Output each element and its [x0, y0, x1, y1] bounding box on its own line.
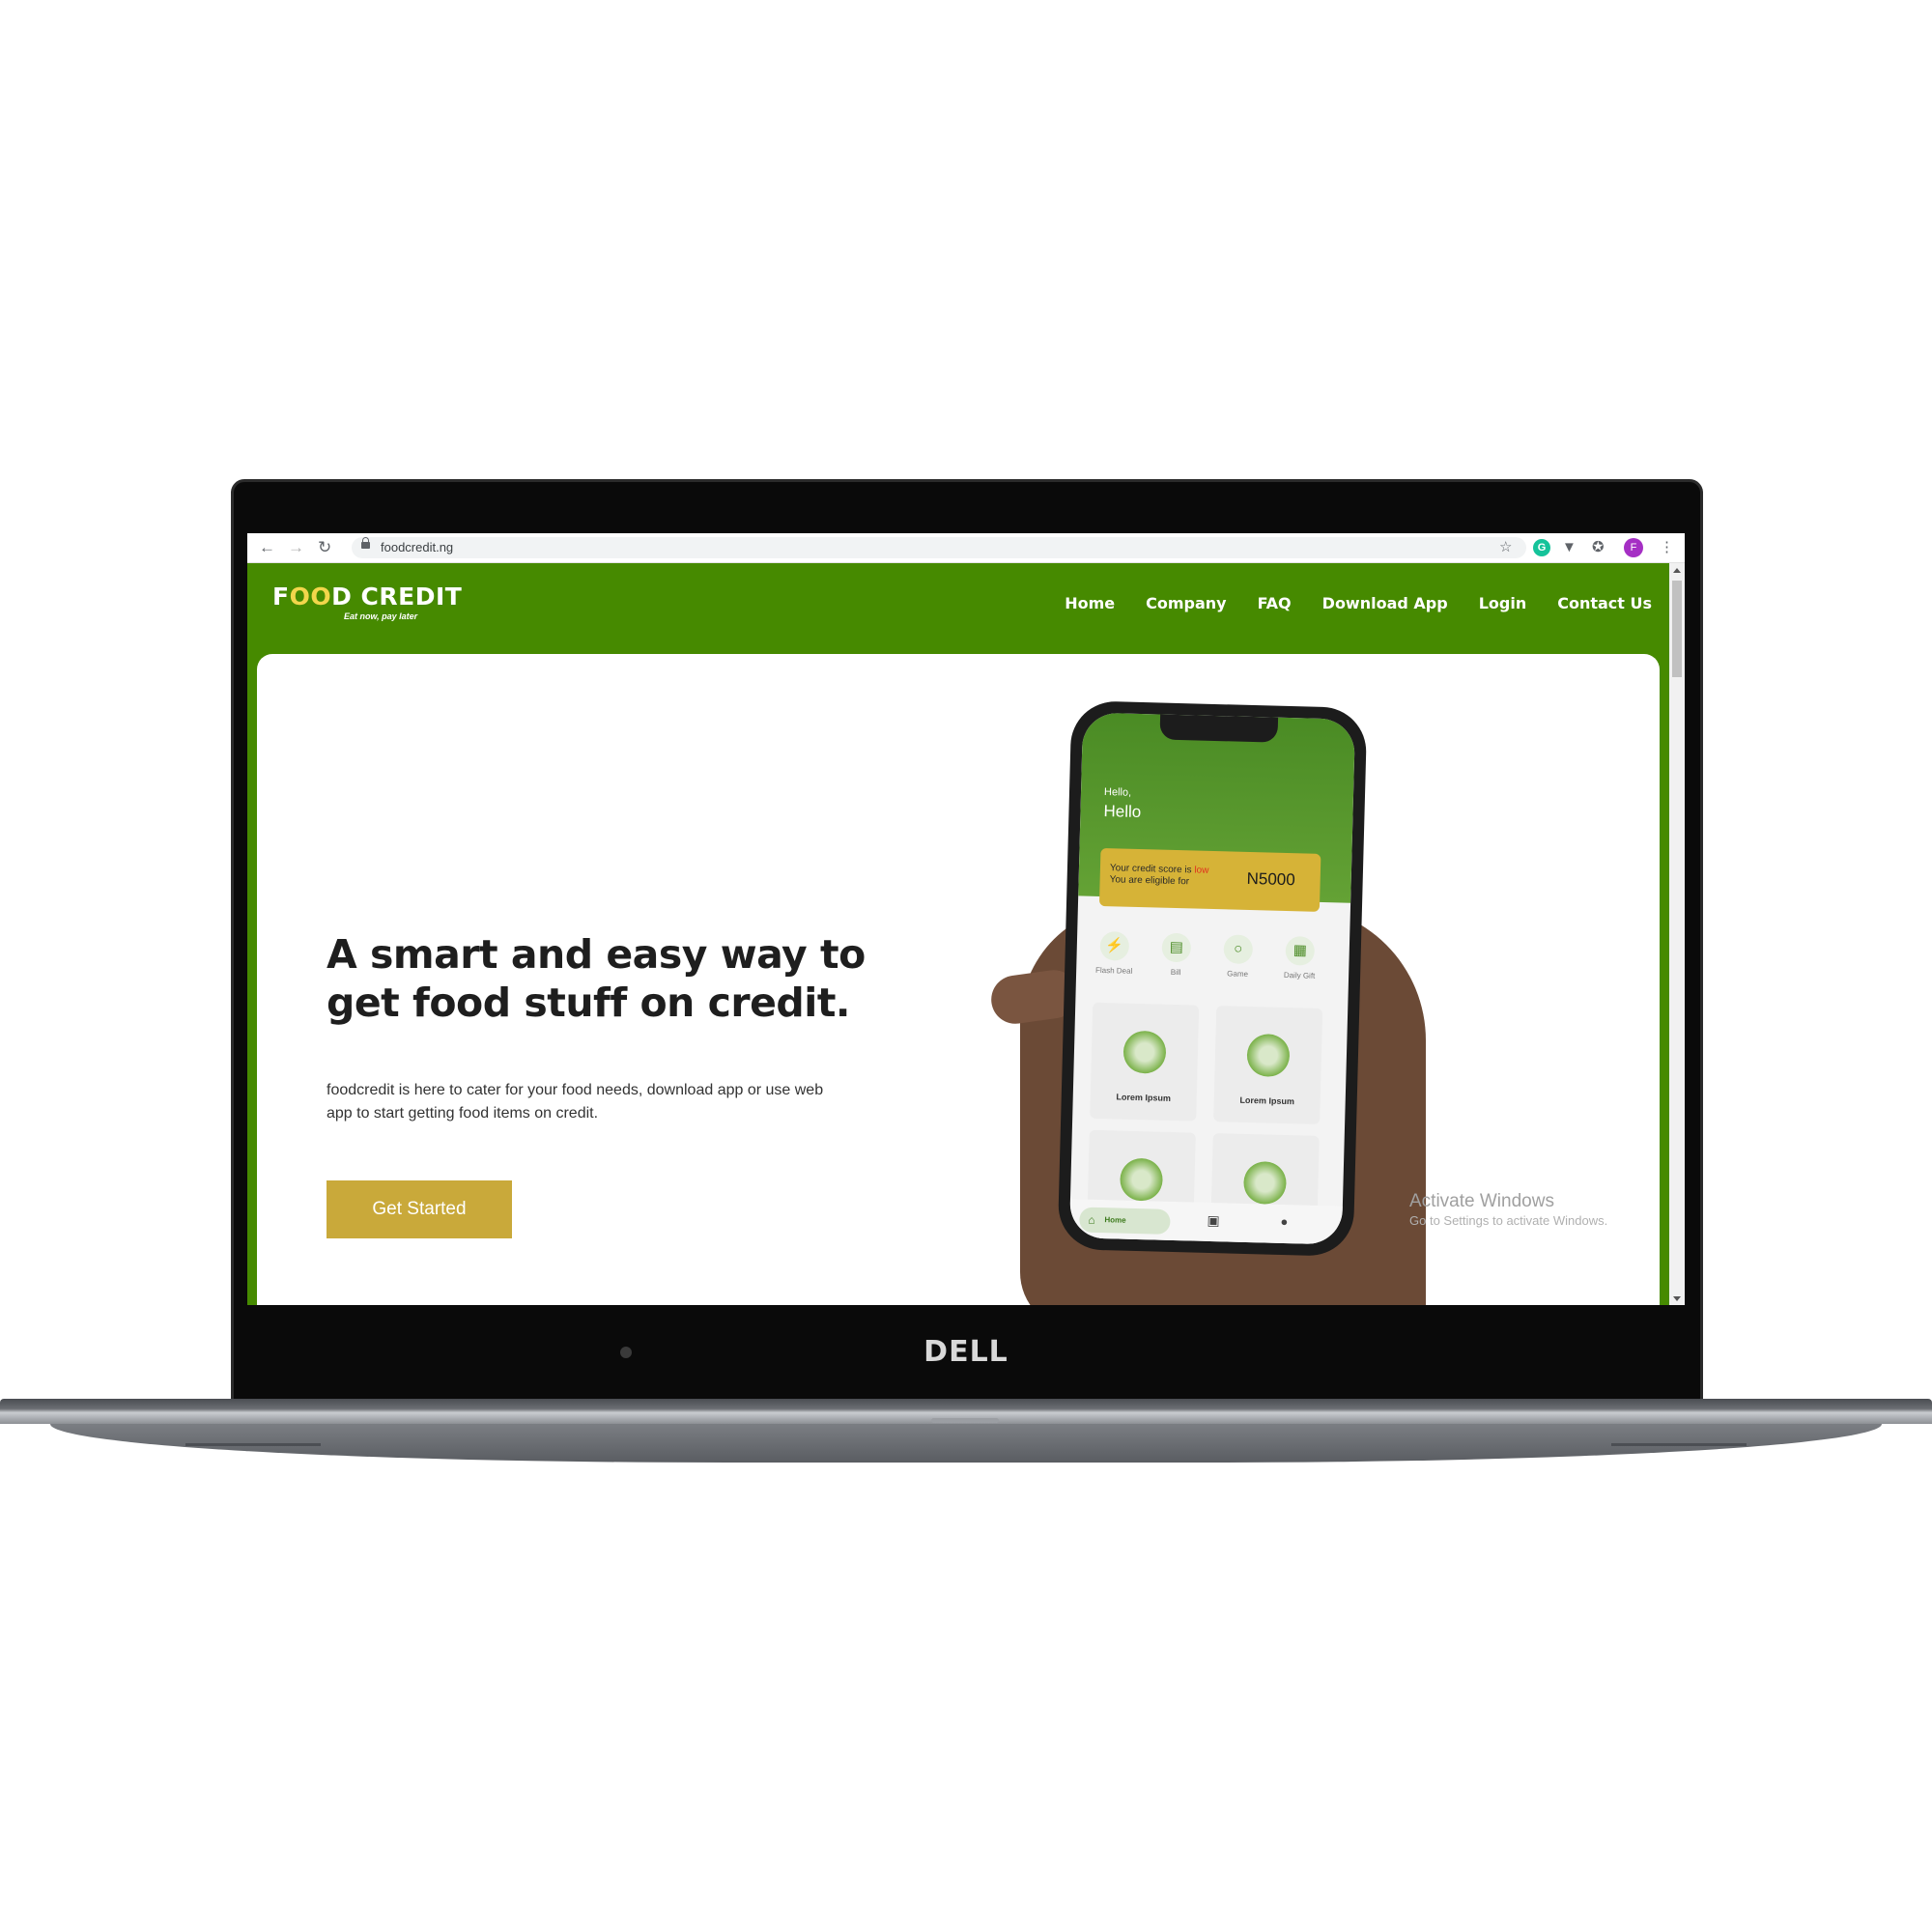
windows-activation-hint: Go to Settings to activate Windows. — [1409, 1213, 1608, 1228]
quick-action-daily-gift: ▦ Daily Gift — [1275, 935, 1324, 981]
credit-eligible-line: You are eligible for — [1109, 874, 1190, 888]
extensions-puzzle-icon[interactable]: ✪ — [1592, 539, 1605, 556]
nav-faq[interactable]: FAQ — [1258, 594, 1292, 612]
site-logo[interactable]: FOOD CREDIT — [272, 582, 462, 611]
scroll-down-arrow-icon[interactable] — [1673, 1296, 1681, 1301]
nav-contact-us[interactable]: Contact Us — [1557, 594, 1652, 612]
nav-download-app[interactable]: Download App — [1322, 594, 1448, 612]
laptop-base-bottom — [50, 1424, 1882, 1463]
phone-mockup: Hello, Hello Your credit score is low Yo… — [1057, 700, 1368, 1257]
quick-action-flash-deal: ⚡ Flash Deal — [1090, 930, 1139, 977]
credit-amount: N5000 — [1246, 868, 1295, 890]
profile-avatar[interactable]: F — [1624, 538, 1643, 557]
food-credit-logo-image — [1122, 1030, 1167, 1074]
product-card: Lorem Ipsum — [1090, 1002, 1200, 1122]
main-nav: Home Company FAQ Download App Login Cont… — [1065, 594, 1652, 612]
page-scrollbar[interactable] — [1669, 563, 1685, 1305]
back-arrow-icon[interactable]: ← — [259, 538, 275, 557]
hero-headline: A smart and easy way to get food stuff o… — [327, 931, 866, 1026]
user-icon: ● — [1280, 1213, 1289, 1230]
browser-menu-icon[interactable]: ⋮ — [1660, 539, 1674, 556]
scrollbar-thumb[interactable] — [1672, 581, 1682, 677]
phone-greeting: Hello, — [1103, 786, 1132, 799]
lock-icon — [361, 537, 370, 549]
phone-screen: Hello, Hello Your credit score is low Yo… — [1068, 712, 1356, 1245]
product-card: Lorem Ipsum — [1213, 1006, 1323, 1124]
windows-activation-title: Activate Windows — [1409, 1191, 1554, 1211]
hero-subtext: foodcredit is here to cater for your foo… — [327, 1082, 824, 1122]
credit-score-card: Your credit score is low You are eligibl… — [1098, 847, 1321, 912]
speaker-vent-right — [1611, 1443, 1747, 1446]
phone-tab-home: ⌂ Home — [1079, 1207, 1171, 1235]
lightning-icon: ⚡ — [1099, 930, 1130, 961]
grammarly-extension-icon[interactable]: G — [1533, 539, 1550, 556]
quick-action-bill: ▤ Bill — [1151, 932, 1201, 978]
logo-tagline: Eat now, pay later — [344, 611, 418, 621]
food-credit-logo-image — [1242, 1160, 1288, 1206]
lid-notch — [931, 1418, 999, 1423]
phone-username: Hello — [1103, 801, 1142, 822]
bookmark-star-icon[interactable]: ☆ — [1499, 539, 1512, 556]
address-bar[interactable] — [352, 537, 1526, 558]
receipt-icon: ▤ — [1161, 932, 1192, 963]
nav-login[interactable]: Login — [1479, 594, 1527, 612]
scroll-up-arrow-icon[interactable] — [1673, 568, 1681, 573]
get-started-button[interactable]: Get Started — [327, 1180, 512, 1238]
reload-icon[interactable]: ↻ — [318, 538, 331, 557]
nav-company[interactable]: Company — [1146, 594, 1226, 612]
phone-notch — [1159, 714, 1279, 743]
food-credit-logo-image — [1246, 1033, 1291, 1078]
vpn-extension-icon[interactable]: ▼ — [1562, 539, 1577, 556]
dell-logo: DELL — [923, 1335, 1009, 1369]
forward-arrow-icon[interactable]: → — [288, 538, 304, 557]
quick-action-game: ○ Game — [1213, 934, 1263, 980]
gamepad-icon: ○ — [1223, 934, 1254, 965]
home-icon: ⌂ — [1088, 1212, 1095, 1227]
food-credit-logo-image — [1119, 1157, 1164, 1202]
shopping-bag-icon: ▣ — [1207, 1211, 1220, 1229]
address-url[interactable]: foodcredit.ng — [381, 540, 453, 554]
phone-tab-bar: ⌂ Home ▣ ● — [1068, 1199, 1343, 1245]
nav-home[interactable]: Home — [1065, 594, 1115, 612]
laptop-screen: ← → ↻ foodcredit.ng ☆ G ▼ ✪ F ⋮ FOOD CRE… — [247, 533, 1685, 1305]
speaker-vent-left — [185, 1443, 321, 1446]
gift-icon: ▦ — [1285, 935, 1316, 966]
site-header: FOOD CREDIT Eat now, pay later Home Comp… — [247, 563, 1669, 652]
browser-toolbar: ← → ↻ foodcredit.ng ☆ G ▼ ✪ F ⋮ — [247, 533, 1685, 563]
